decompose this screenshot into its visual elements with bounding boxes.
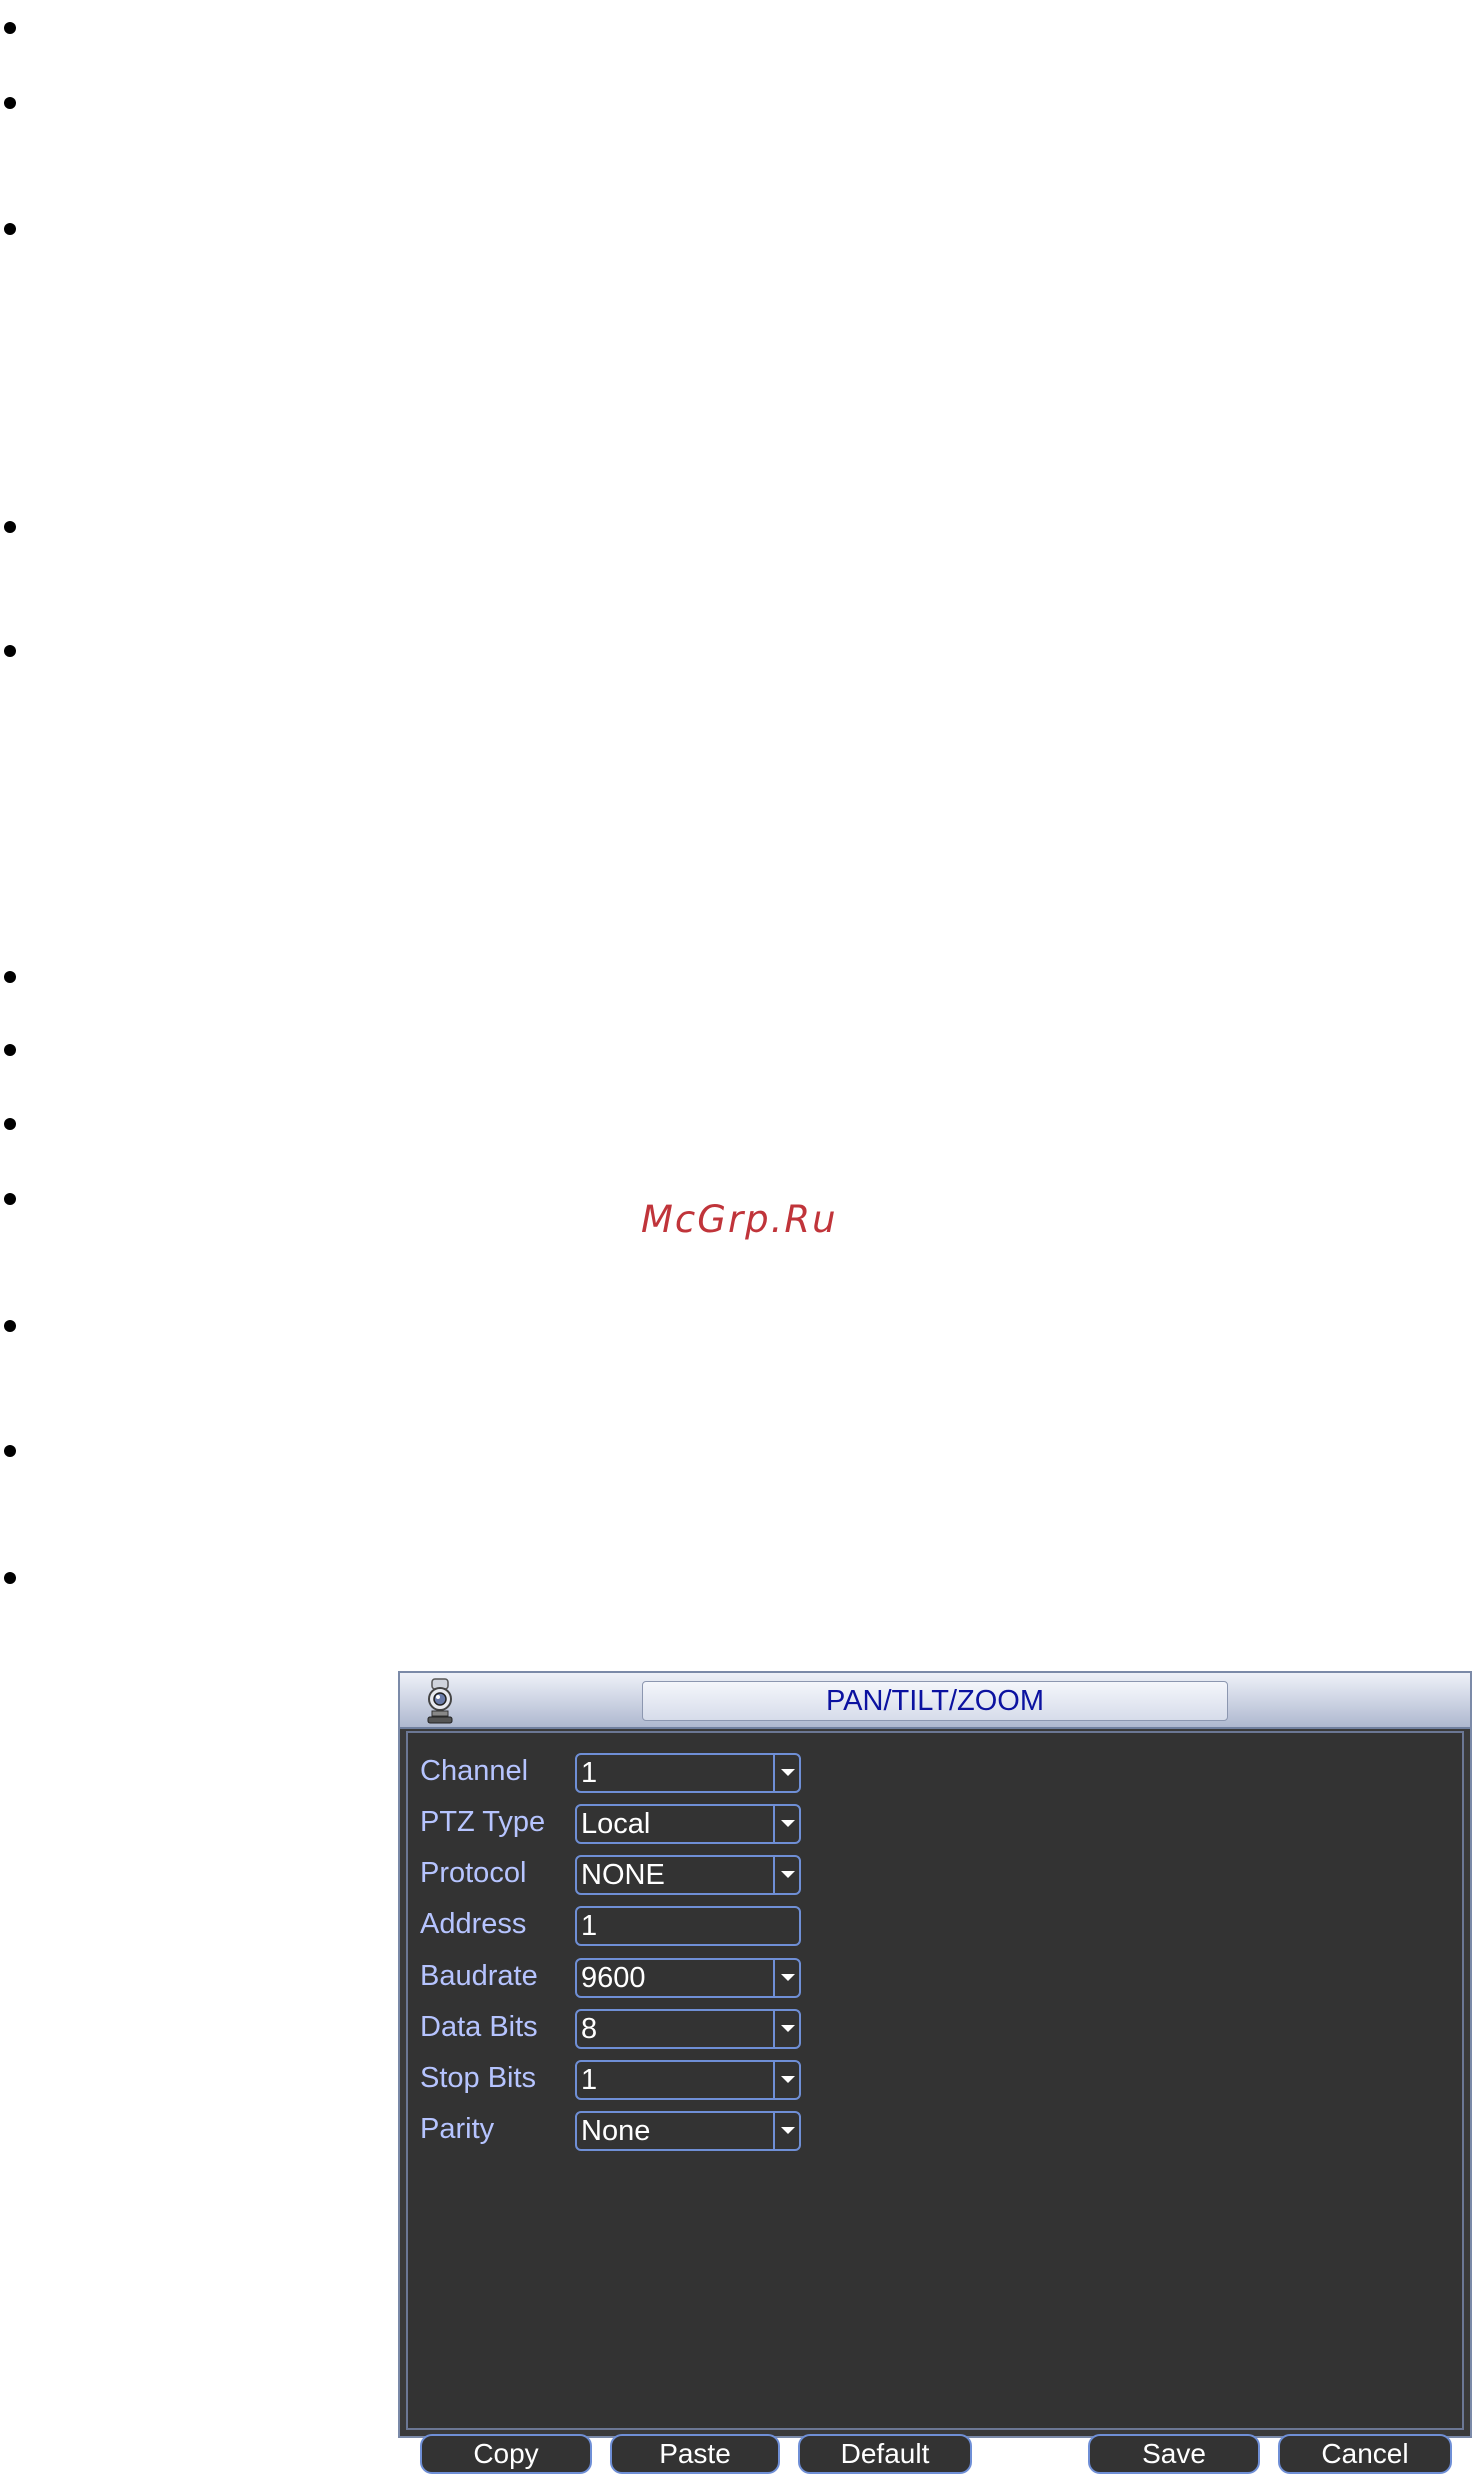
chevron-down-icon[interactable] (773, 1857, 799, 1893)
data-bits-select[interactable]: 8 (575, 2009, 801, 2049)
stop-bits-label: Stop Bits (420, 2062, 537, 2094)
watermark: McGrp.Ru (641, 1198, 838, 1241)
protocol-label: Protocol (420, 1857, 527, 1889)
channel-value: 1 (581, 1757, 598, 1789)
list-bullet (4, 971, 16, 983)
chevron-down-icon[interactable] (773, 2062, 799, 2098)
dialog-title: PAN/TILT/ZOOM (642, 1681, 1228, 1721)
list-bullet (4, 1320, 16, 1332)
address-label: Address (420, 1908, 527, 1940)
protocol-select[interactable]: NONE (575, 1855, 801, 1895)
channel-select[interactable]: 1 (575, 1753, 801, 1793)
baudrate-value: 9600 (581, 1962, 646, 1994)
stop-bits-value: 1 (581, 2064, 598, 2096)
copy-button[interactable]: Copy (420, 2434, 592, 2474)
channel-label: Channel (420, 1755, 529, 1787)
list-bullet (4, 1193, 16, 1205)
address-value: 1 (581, 1910, 598, 1942)
paste-button[interactable]: Paste (610, 2434, 780, 2474)
dialog-body: Channel 1 PTZ Type Local Protocol NONE A… (406, 1731, 1464, 2474)
protocol-value: NONE (581, 1859, 665, 1891)
data-bits-label: Data Bits (420, 2011, 538, 2043)
baudrate-select[interactable]: 9600 (575, 1958, 801, 1998)
list-bullet (4, 223, 16, 235)
list-bullet (4, 1572, 16, 1584)
address-input[interactable]: 1 (575, 1906, 801, 1946)
save-button[interactable]: Save (1088, 2434, 1260, 2474)
list-bullet (4, 1445, 16, 1457)
baudrate-label: Baudrate (420, 1960, 538, 1992)
dialog-titlebar: PAN/TILT/ZOOM (400, 1673, 1470, 1729)
data-bits-value: 8 (581, 2013, 598, 2045)
parity-value: None (581, 2115, 651, 2147)
ptz-type-value: Local (581, 1808, 651, 1840)
default-button[interactable]: Default (798, 2434, 972, 2474)
list-bullet (4, 1044, 16, 1056)
ptz-dialog: PAN/TILT/ZOOM Channel 1 PTZ Type Local P… (398, 1671, 1472, 2474)
list-bullet (4, 645, 16, 657)
list-bullet (4, 1118, 16, 1130)
list-bullet (4, 521, 16, 533)
stop-bits-select[interactable]: 1 (575, 2060, 801, 2100)
list-bullet (4, 22, 16, 34)
chevron-down-icon[interactable] (773, 1755, 799, 1791)
ptz-type-label: PTZ Type (420, 1806, 546, 1838)
parity-label: Parity (420, 2113, 495, 2145)
ptz-type-select[interactable]: Local (575, 1804, 801, 1844)
list-bullet (4, 97, 16, 109)
chevron-down-icon[interactable] (773, 2113, 799, 2149)
parity-select[interactable]: None (575, 2111, 801, 2151)
ptz-camera-icon (427, 1678, 453, 1724)
cancel-button[interactable]: Cancel (1278, 2434, 1452, 2474)
chevron-down-icon[interactable] (773, 1960, 799, 1996)
chevron-down-icon[interactable] (773, 2011, 799, 2047)
chevron-down-icon[interactable] (773, 1806, 799, 1842)
